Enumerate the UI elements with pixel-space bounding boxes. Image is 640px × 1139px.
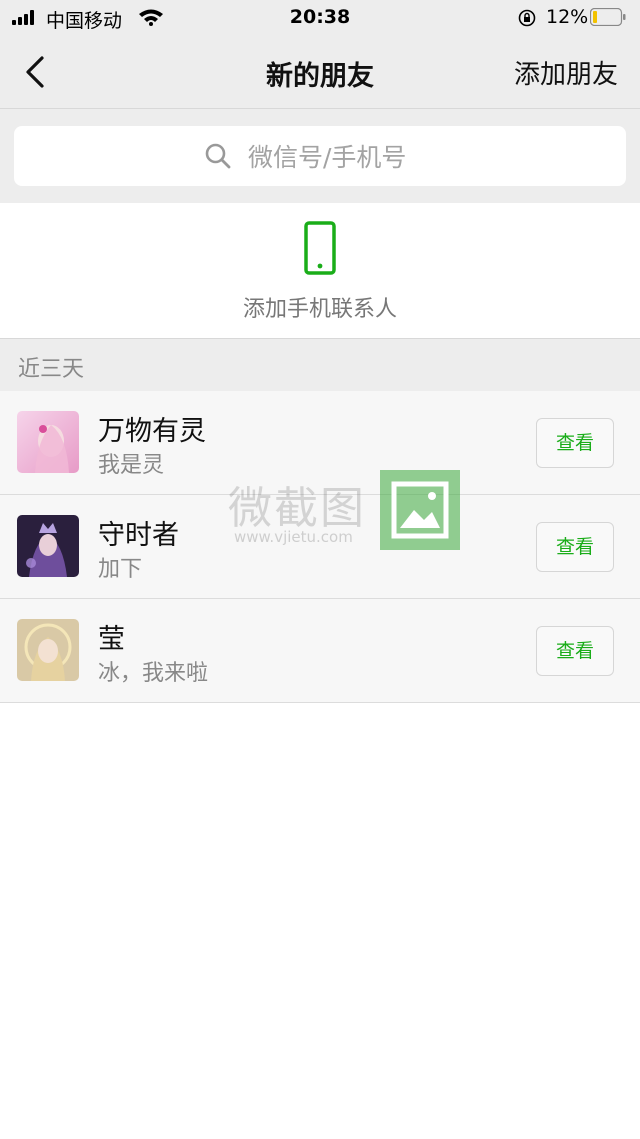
- avatar: [17, 619, 79, 681]
- search-icon: [205, 143, 231, 169]
- list-item[interactable]: 守时者 加下 查看: [0, 495, 640, 599]
- friend-message: 加下: [98, 557, 143, 582]
- nav-bar: 新的朋友 添加朋友: [0, 34, 640, 109]
- phone-icon: [304, 221, 336, 275]
- friend-message: 我是灵: [98, 453, 165, 478]
- back-button[interactable]: [18, 54, 54, 90]
- add-phone-contacts[interactable]: 添加手机联系人: [0, 203, 640, 339]
- view-button[interactable]: 查看: [536, 418, 614, 468]
- view-button[interactable]: 查看: [536, 626, 614, 676]
- friend-name: 莹: [98, 624, 125, 655]
- friend-message: 冰，我来啦: [98, 661, 209, 686]
- list-item[interactable]: 莹 冰，我来啦 查看: [0, 599, 640, 703]
- friend-name: 守时者: [98, 520, 179, 551]
- rotation-lock-icon: [518, 9, 536, 27]
- section-header: 近三天: [0, 339, 640, 391]
- list-item[interactable]: 万物有灵 我是灵 查看: [0, 391, 640, 495]
- status-bar: 中国移动 20:38 12%: [0, 0, 640, 34]
- view-button[interactable]: 查看: [536, 522, 614, 572]
- friend-name: 万物有灵: [98, 416, 206, 447]
- battery-percent: 12%: [546, 6, 589, 28]
- clock-time: 20:38: [289, 6, 351, 28]
- avatar: [17, 515, 79, 577]
- search-input[interactable]: [246, 126, 610, 188]
- search-box[interactable]: [14, 126, 626, 188]
- search-area: [0, 109, 640, 203]
- avatar: [17, 411, 79, 473]
- battery-icon: [590, 8, 626, 26]
- add-phone-contacts-label: 添加手机联系人: [242, 297, 397, 322]
- add-friend-button[interactable]: 添加朋友: [514, 54, 618, 91]
- section-title: 近三天: [18, 357, 85, 382]
- friend-list: 万物有灵 我是灵 查看 守时者 加下 查看 莹 冰，我来啦 查看: [0, 391, 640, 703]
